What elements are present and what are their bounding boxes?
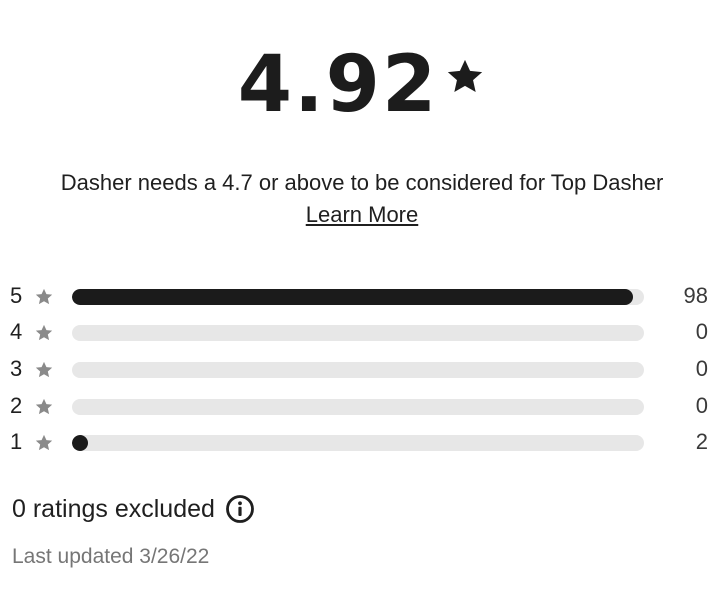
rating-row-1: 1 2 (0, 427, 724, 457)
star-icon (448, 59, 483, 93)
rating-count: 98 (683, 283, 708, 308)
star-icon (35, 361, 53, 378)
top-dasher-requirement: Dasher needs a 4.7 or above to be consid… (60, 170, 664, 195)
rating-count: 0 (695, 319, 708, 344)
rating-count: 0 (695, 356, 708, 381)
rating-bar-fill (72, 289, 633, 305)
learn-more-link[interactable]: Learn More (306, 202, 419, 227)
rating-row-4: 4 0 (0, 317, 724, 347)
rating-row-3: 3 0 (0, 354, 724, 384)
rating-bar-fill (72, 435, 88, 451)
star-level: 1 (10, 429, 23, 454)
star-level: 5 (10, 283, 23, 308)
rating-bar-track (72, 435, 644, 451)
rating-bar-track (72, 399, 644, 415)
last-updated: Last updated 3/26/22 (12, 545, 210, 568)
rating-bar-track (72, 325, 644, 341)
rating-count: 2 (695, 429, 708, 454)
star-level: 2 (10, 393, 23, 418)
star-icon (35, 434, 53, 451)
info-icon[interactable] (225, 494, 255, 524)
star-icon (35, 398, 53, 415)
excluded-ratings: 0 ratings excluded (12, 494, 255, 524)
rating-row-2: 2 0 (0, 391, 724, 421)
rating-count: 0 (695, 393, 708, 418)
star-icon (35, 288, 53, 305)
rating-row-5: 5 98 (0, 281, 724, 311)
star-level: 3 (10, 356, 23, 381)
rating-bar-track (72, 362, 644, 378)
rating-bar-track (72, 289, 644, 305)
excluded-ratings-text: 0 ratings excluded (12, 494, 215, 523)
average-rating: 4.92 (237, 40, 439, 130)
star-level: 4 (10, 319, 23, 344)
star-icon (35, 324, 53, 341)
rating-summary: 4.92 (0, 40, 724, 130)
